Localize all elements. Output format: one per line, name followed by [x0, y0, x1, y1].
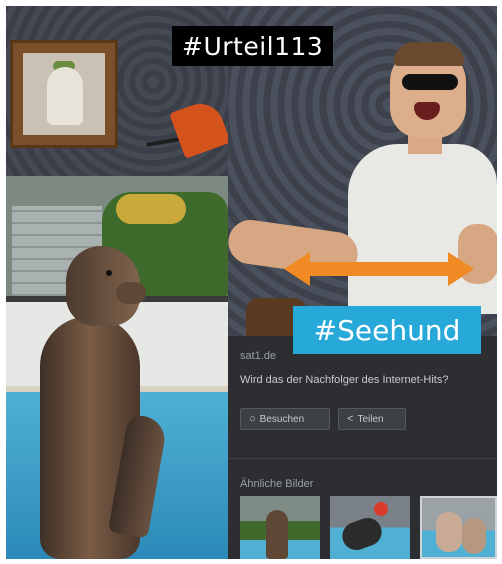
framed-picture [10, 40, 118, 148]
similar-image-thumbnail-selected[interactable] [420, 496, 497, 559]
globe-icon: ○ [249, 413, 256, 425]
meme-collage: sat1.de Wird das der Nachfolger des Inte… [6, 6, 497, 559]
share-button[interactable]: < Teilen [338, 408, 406, 430]
sunglasses [402, 74, 458, 90]
result-source[interactable]: sat1.de [240, 350, 276, 362]
result-title[interactable]: Wird das der Nachfolger des Internet-Hit… [240, 374, 448, 386]
seal-photo [6, 6, 497, 559]
visit-button-label: Besuchen [259, 413, 305, 425]
divider [228, 458, 497, 459]
share-icon: < [347, 413, 354, 425]
similar-image-thumbnail[interactable] [330, 496, 410, 559]
image-search-panel: sat1.de Wird das der Nachfolger des Inte… [228, 336, 497, 559]
hashtag-urteil-label: #Urteil113 [172, 26, 334, 66]
visit-button[interactable]: ○ Besuchen [240, 408, 330, 430]
man-photo: sat1.de Wird das der Nachfolger des Inte… [225, 6, 497, 559]
share-button-label: Teilen [357, 413, 384, 425]
hashtag-seehund-label: #Seehund [293, 306, 481, 354]
seal [26, 246, 169, 559]
similar-image-thumbnail[interactable] [240, 496, 320, 559]
similar-images-heading: Ähnliche Bilder [240, 478, 314, 490]
double-arrow-icon [284, 250, 474, 288]
